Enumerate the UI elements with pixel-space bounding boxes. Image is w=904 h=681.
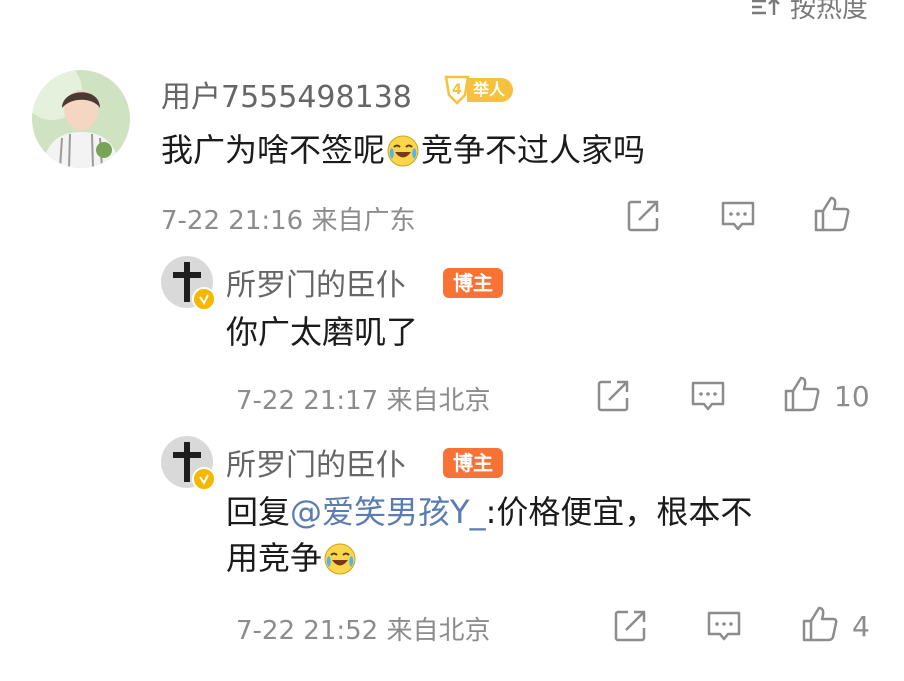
comment-icon[interactable]	[720, 198, 756, 234]
fan-level: 4	[452, 82, 462, 98]
username[interactable]: 所罗门的臣仆	[226, 260, 406, 304]
comment-meta: 7-22 21:16 来自广东	[161, 206, 416, 236]
share-icon[interactable]	[595, 378, 631, 414]
blogger-badge: 博主	[443, 448, 503, 478]
sort-icon	[751, 0, 780, 15]
mention-link[interactable]: @爱笑男孩Y_	[290, 493, 486, 531]
like-count: 10	[834, 380, 870, 413]
comment-text: 我广为啥不签呢 竞争不过人家吗	[161, 131, 646, 169]
like-icon[interactable]	[800, 604, 840, 644]
fan-badge-label: 举人	[467, 78, 514, 102]
sort-label: 按热度	[789, 0, 868, 24]
comment-text: 回复@爱笑男孩Y_:价格便宜，根本不	[226, 493, 753, 531]
like-icon[interactable]	[812, 194, 852, 234]
comment-meta: 7-22 21:17 来自北京	[236, 386, 491, 416]
reply-avatar[interactable]	[161, 436, 216, 491]
comment-text-line2: 用竞争	[226, 536, 358, 580]
fan-badge[interactable]: 4 举人	[443, 75, 514, 105]
laugh-cry-emoji	[387, 135, 419, 167]
share-icon[interactable]	[612, 608, 648, 644]
verified-icon	[192, 287, 216, 311]
comment-text: 你广太磨叽了	[226, 313, 419, 351]
laugh-cry-emoji	[324, 543, 356, 575]
comment-icon[interactable]	[706, 608, 742, 644]
like-icon[interactable]	[782, 374, 822, 414]
reply-avatar[interactable]	[161, 256, 216, 311]
sort-control[interactable]: 按热度	[750, 0, 868, 25]
blogger-badge: 博主	[443, 268, 503, 298]
like-count: 4	[852, 610, 870, 643]
comment-icon[interactable]	[690, 378, 726, 414]
username[interactable]: 所罗门的臣仆	[226, 440, 406, 484]
comment-meta: 7-22 21:52 来自北京	[236, 616, 491, 646]
comment-thread: 按热度 用户7555498138 4 举人 我广为啥不签呢 竞争不过人家吗 7-…	[0, 0, 904, 681]
avatar[interactable]	[32, 70, 130, 168]
share-icon[interactable]	[625, 198, 661, 234]
verified-icon	[192, 467, 216, 491]
username[interactable]: 用户7555498138	[161, 72, 412, 116]
